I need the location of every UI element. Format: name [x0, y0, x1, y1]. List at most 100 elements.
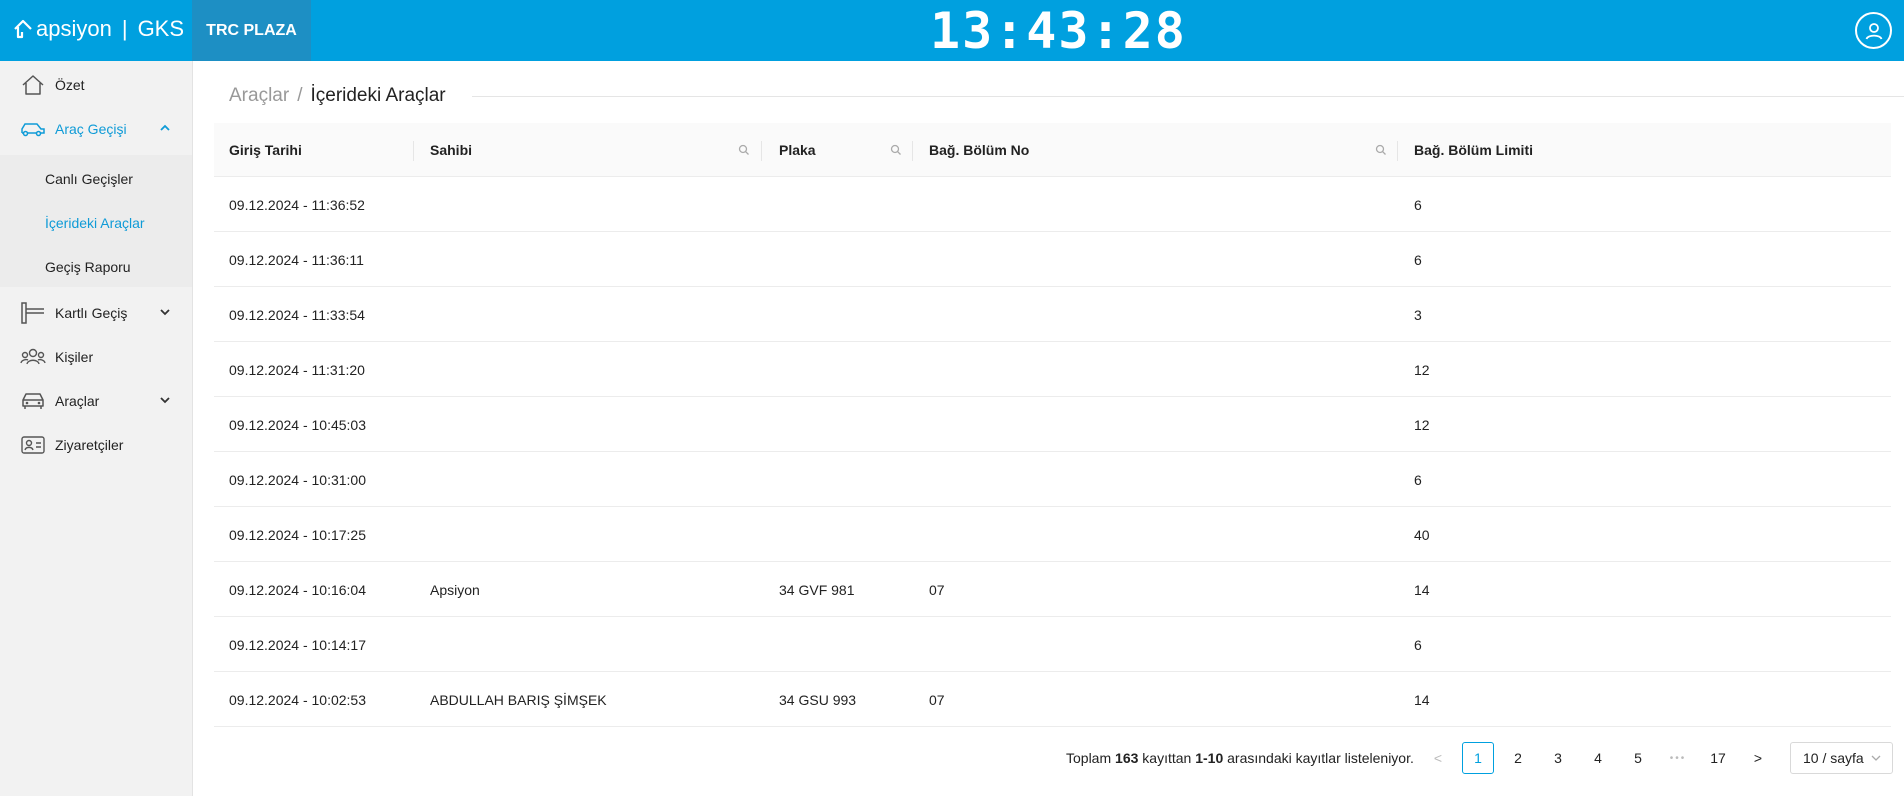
cell-sahibi: Apsiyon	[430, 581, 480, 598]
sidebar-item-label: Ziyaretçiler	[55, 437, 124, 453]
cell-giris-tarihi: 09.12.2024 - 11:33:54	[229, 306, 365, 323]
column-header-plaka[interactable]: Plaka	[779, 123, 816, 177]
column-header-label: Plaka	[779, 142, 816, 158]
cell-giris-tarihi: 09.12.2024 - 10:02:53	[229, 691, 367, 708]
arac-gecisi-submenu: Canlı Geçişler İçerideki Araçlar Geçiş R…	[0, 155, 192, 287]
page-button-4[interactable]: 4	[1582, 742, 1614, 774]
page-size-value: 10 / sayfa	[1803, 750, 1864, 766]
cell-bag-bolum-limiti: 6	[1414, 636, 1422, 653]
sidebar-item-ozet[interactable]: Özet	[0, 65, 192, 105]
cell-bag-bolum-limiti: 6	[1414, 471, 1422, 488]
column-header-bag-bolum-no[interactable]: Bağ. Bölüm No	[929, 123, 1029, 177]
product-name: GKS	[137, 16, 185, 41]
chevron-up-icon	[160, 124, 170, 131]
chevron-down-icon	[1871, 755, 1881, 761]
submenu-item-gecis-raporu[interactable]: Geçiş Raporu	[45, 259, 131, 275]
table-row[interactable]: 09.12.2024 - 10:17:25 40	[214, 507, 1891, 562]
site-tab[interactable]: TRC PLAZA	[192, 0, 311, 61]
vehicles-table: Giriş Tarihi Sahibi Plaka Bağ. Bölüm No …	[214, 123, 1891, 727]
page-button-5[interactable]: 5	[1622, 742, 1654, 774]
page-button-2[interactable]: 2	[1502, 742, 1534, 774]
page-title: İçerideki Araçlar	[310, 85, 446, 106]
chevron-down-icon	[160, 397, 170, 404]
total-range: 1-10	[1195, 750, 1224, 766]
next-page-button[interactable]: >	[1742, 742, 1774, 774]
search-icon[interactable]	[890, 144, 902, 156]
cell-giris-tarihi: 09.12.2024 - 10:45:03	[229, 416, 367, 433]
cell-bag-bolum-limiti: 12	[1414, 361, 1430, 378]
column-header-giris-tarihi[interactable]: Giriş Tarihi	[229, 123, 302, 177]
chevron-down-icon	[160, 309, 170, 316]
car-front-icon	[20, 389, 46, 413]
top-header: apsiyon | GKS TRC PLAZA 13:43:28	[0, 0, 1904, 61]
sidebar-item-label: Araçlar	[55, 393, 100, 409]
column-divider	[912, 141, 913, 161]
table-row[interactable]: 09.12.2024 - 10:31:00 6	[214, 452, 1891, 507]
user-profile-button[interactable]	[1855, 12, 1892, 49]
pagination-total-text: Toplam 163 kayıttan 1-10 arasındaki kayı…	[1066, 750, 1414, 766]
sidebar-item-arac-gecisi[interactable]: Araç Geçişi	[0, 109, 192, 149]
brand-logo[interactable]: apsiyon | GKS	[12, 14, 184, 44]
sidebar-item-label: Kişiler	[55, 349, 94, 365]
page-size-select[interactable]: 10 / sayfa	[1790, 742, 1893, 774]
sidebar-item-label: Araç Geçişi	[55, 121, 127, 137]
sidebar-item-label: Özet	[55, 77, 85, 93]
table-body: 09.12.2024 - 11:36:52 6 09.12.2024 - 11:36…	[214, 177, 1891, 727]
page-button-3[interactable]: 3	[1542, 742, 1574, 774]
submenu-item-icerideki-araclar[interactable]: İçerideki Araçlar	[45, 215, 145, 231]
page-ellipsis[interactable]: •••	[1662, 742, 1694, 774]
sidebar-item-label: Kartlı Geçiş	[55, 305, 128, 321]
table-header: Giriş Tarihi Sahibi Plaka Bağ. Bölüm No …	[214, 123, 1891, 177]
page-button-last[interactable]: 17	[1702, 742, 1734, 774]
table-row[interactable]: 09.12.2024 - 11:36:11 6	[214, 232, 1891, 287]
table-row[interactable]: 09.12.2024 - 11:33:54 3	[214, 287, 1891, 342]
total-prefix: Toplam	[1066, 750, 1112, 766]
home-icon	[20, 73, 46, 97]
breadcrumb-divider	[472, 96, 1904, 97]
sidebar-item-kartli-gecis[interactable]: Kartlı Geçiş	[0, 293, 192, 333]
sidebar-item-kisiler[interactable]: Kişiler	[0, 337, 192, 377]
total-mid: kayıttan	[1142, 750, 1192, 766]
cell-plaka: 34 GVF 981	[779, 581, 855, 598]
clock-display: 13:43:28	[930, 2, 1187, 60]
visitor-card-icon	[20, 433, 46, 457]
cell-giris-tarihi: 09.12.2024 - 10:17:25	[229, 526, 367, 543]
cell-sahibi: ABDULLAH BARIŞ ŞİMŞEK	[430, 691, 607, 708]
cell-bag-bolum-limiti: 40	[1414, 526, 1430, 543]
column-header-label: Bağ. Bölüm No	[929, 142, 1030, 158]
column-divider	[761, 141, 762, 161]
table-row[interactable]: 09.12.2024 - 11:36:52 6	[214, 177, 1891, 232]
submenu-item-canli-gecisler[interactable]: Canlı Geçişler	[45, 171, 133, 187]
cell-bag-bolum-limiti: 6	[1414, 196, 1422, 213]
sidebar-item-ziyaretciler[interactable]: Ziyaretçiler	[0, 425, 192, 465]
user-icon	[1865, 22, 1882, 39]
breadcrumb-parent[interactable]: Araçlar	[229, 85, 289, 107]
sidebar-item-araclar[interactable]: Araçlar	[0, 381, 192, 421]
search-icon[interactable]	[738, 144, 750, 156]
cell-bag-bolum-limiti: 12	[1414, 416, 1430, 433]
column-divider	[1397, 141, 1398, 161]
cell-bag-bolum-limiti: 6	[1414, 251, 1422, 268]
search-icon[interactable]	[1375, 144, 1387, 156]
sidebar: Özet Araç Geçişi Canlı Geçişler İçeridek…	[0, 61, 193, 796]
house-logo-icon	[14, 19, 32, 39]
cell-bag-bolum-no: 07	[929, 581, 945, 598]
total-suffix: arasındaki kayıtlar listeleniyor.	[1227, 750, 1414, 766]
table-row[interactable]: 09.12.2024 - 10:14:17 6	[214, 617, 1891, 672]
table-row[interactable]: 09.12.2024 - 10:45:03 12	[214, 397, 1891, 452]
page-button-1[interactable]: 1	[1462, 742, 1494, 774]
cell-bag-bolum-limiti: 14	[1414, 691, 1430, 708]
cell-plaka: 34 GSU 993	[779, 691, 857, 708]
cell-bag-bolum-no: 07	[929, 691, 945, 708]
pagination: Toplam 163 kayıttan 1-10 arasındaki kayı…	[0, 742, 1904, 774]
column-header-bag-bolum-limiti[interactable]: Bağ. Bölüm Limiti	[1414, 123, 1533, 177]
brand-name: apsiyon	[36, 16, 112, 41]
table-row[interactable]: 09.12.2024 - 10:16:04 Apsiyon 34 GVF 981 07…	[214, 562, 1891, 617]
table-row[interactable]: 09.12.2024 - 11:31:20 12	[214, 342, 1891, 397]
total-count: 163	[1115, 750, 1139, 766]
people-icon	[20, 345, 46, 369]
prev-page-button[interactable]: <	[1422, 742, 1454, 774]
table-row[interactable]: 09.12.2024 - 10:02:53 ABDULLAH BARIŞ ŞİMŞ…	[214, 672, 1891, 727]
column-header-label: Sahibi	[430, 142, 473, 158]
breadcrumb: Araçlar / İçerideki Araçlar	[229, 85, 446, 107]
